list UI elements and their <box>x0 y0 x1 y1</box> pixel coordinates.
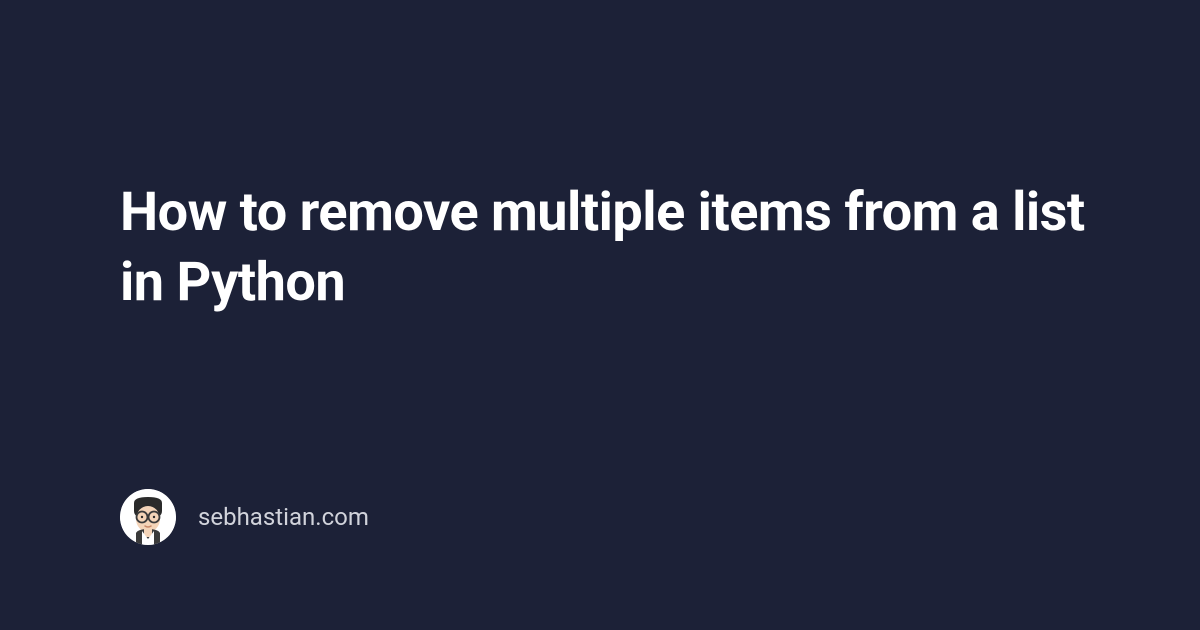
author-footer: sebhastian.com <box>120 489 369 545</box>
author-avatar <box>120 489 176 545</box>
article-card: How to remove multiple items from a list… <box>120 178 1120 318</box>
site-name: sebhastian.com <box>198 503 369 531</box>
article-title: How to remove multiple items from a list… <box>120 178 1120 318</box>
